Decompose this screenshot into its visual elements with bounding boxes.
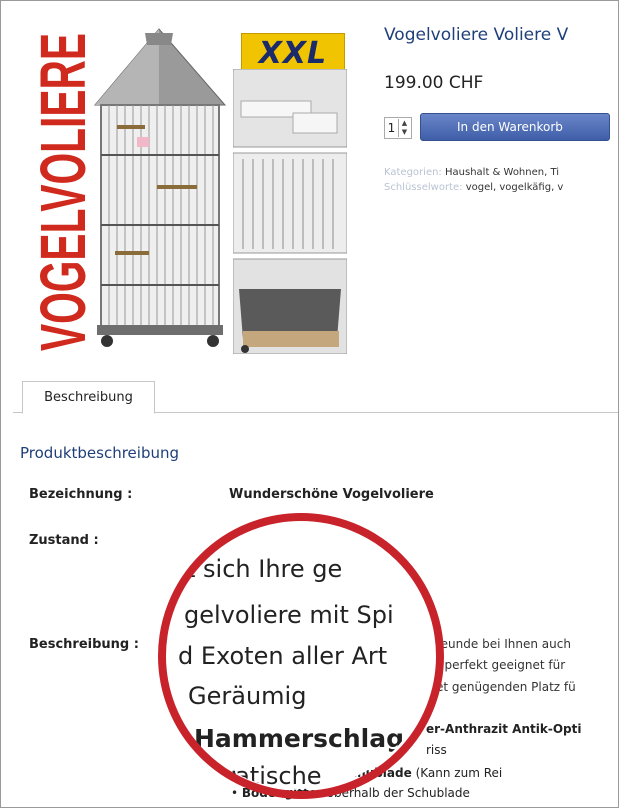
quantity-value[interactable]: 1 — [385, 121, 398, 135]
row-label-beschreibung: Beschreibung : — [29, 637, 139, 652]
svg-text:VOGELVOLIERE: VOGELVOLIERE — [27, 33, 93, 351]
tab-label: Beschreibung — [44, 390, 133, 405]
feature-bullet: riss — [426, 743, 447, 757]
keywords-value[interactable]: vogel, vogelkäfig, v — [466, 182, 564, 193]
row-label-zustand: Zustand : — [29, 533, 99, 548]
magnifier-ring — [158, 513, 444, 799]
bullet-suffix: riss — [426, 743, 447, 757]
product-price: 199.00 CHF — [384, 73, 484, 93]
bullet-suffix: er-Anthrazit Antik-Opti — [426, 722, 582, 736]
description-text-line: reunde bei Ihnen auch — [436, 637, 571, 651]
row-value-bezeichnung: Wunderschöne Vogelvoliere — [229, 487, 434, 502]
side-text-logo: VOGELVOLIERE — [27, 33, 93, 351]
row-label-bezeichnung: Bezeichnung : — [29, 487, 133, 502]
keywords-line: Schlüsselworte: vogel, vogelkäfig, v — [384, 182, 563, 193]
tab-beschreibung[interactable]: Beschreibung — [22, 381, 155, 414]
section-title: Produktbeschreibung — [20, 444, 180, 462]
xxl-badge-text: XXL — [258, 35, 328, 71]
quantity-stepper[interactable]: 1 ▲ ▼ — [384, 117, 412, 139]
categories-value[interactable]: Haushalt & Wohnen, Ti — [445, 167, 559, 178]
bullet-suffix: (Kann zum Rei — [411, 766, 503, 780]
chevron-down-icon[interactable]: ▼ — [399, 128, 410, 137]
description-text-line: et genügenden Platz fü — [436, 680, 576, 694]
categories-line: Kategorien: Haushalt & Wohnen, Ti — [384, 167, 559, 178]
xxl-badge: XXL — [241, 33, 345, 73]
feature-bullet: er-Anthrazit Antik-Opti — [426, 722, 581, 736]
product-title[interactable]: Vogelvoliere Voliere V — [384, 25, 568, 45]
chevron-up-icon[interactable]: ▲ — [399, 119, 410, 128]
quantity-spin-buttons[interactable]: ▲ ▼ — [398, 119, 410, 137]
description-text-line: t perfekt geeignet für — [436, 658, 566, 672]
keywords-label: Schlüsselworte: — [384, 182, 463, 193]
cage-detail-images — [233, 69, 347, 354]
product-image[interactable]: VOGELVOLIERE XXL — [9, 11, 353, 354]
bird-cage-image — [93, 28, 227, 347]
add-to-cart-button[interactable]: In den Warenkorb — [420, 113, 610, 141]
categories-label: Kategorien: — [384, 167, 442, 178]
page-frame: VOGELVOLIERE XXL Vogelvoliere Voliere V … — [0, 0, 619, 808]
